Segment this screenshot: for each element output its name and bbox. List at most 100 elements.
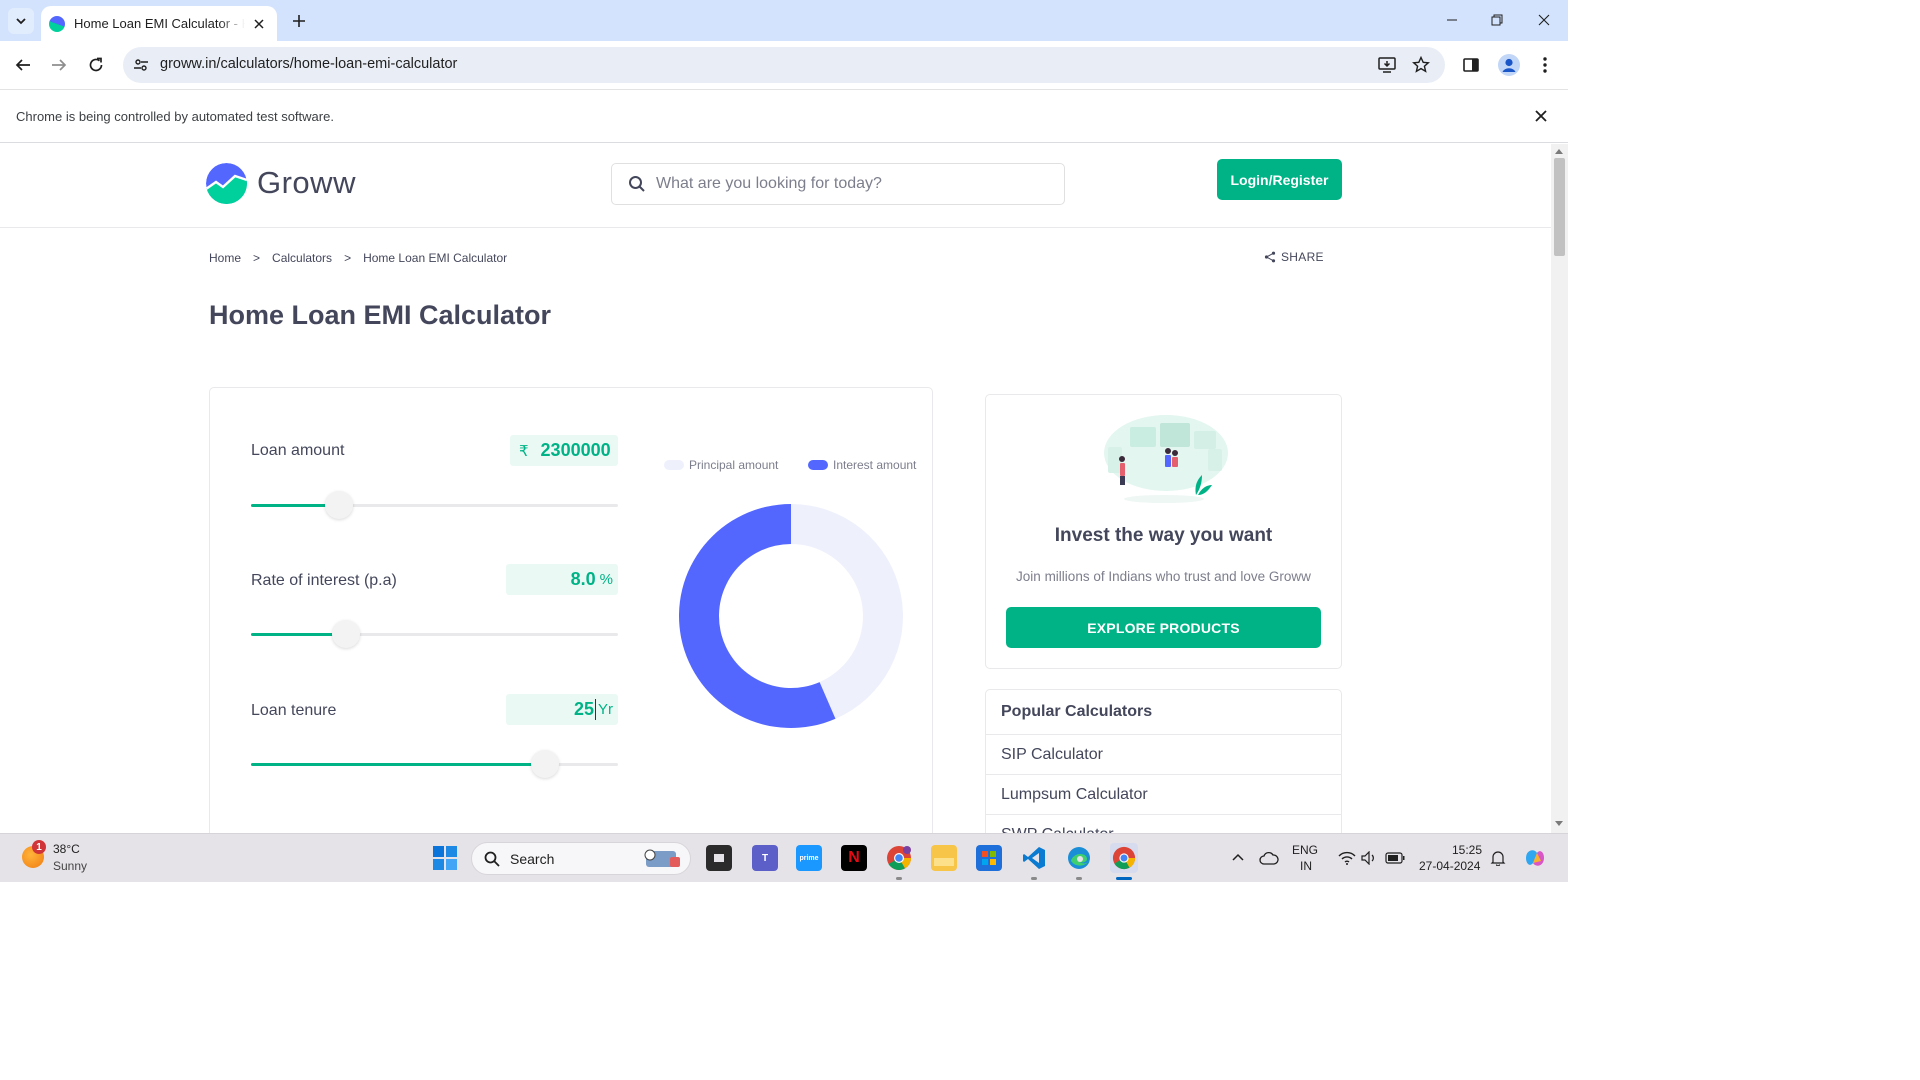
teams-icon[interactable]: T (752, 845, 778, 871)
language-region[interactable]: IN (1300, 859, 1312, 873)
loan-tenure-slider-thumb[interactable] (531, 750, 559, 778)
site-search-box[interactable] (611, 163, 1065, 205)
popular-calculators-heading: Popular Calculators (986, 690, 1341, 735)
rupee-icon: ₹ (519, 442, 529, 460)
groww-logo-text[interactable]: Groww (257, 165, 356, 201)
emi-calculator-card: Loan amount ₹ 2300000 Rate of interest (… (209, 387, 933, 833)
legend-interest-label: Interest amount (833, 458, 917, 472)
tab-title: Home Loan EMI Calculator - Home Loan EMI… (74, 16, 245, 31)
edge-icon[interactable] (1066, 845, 1092, 871)
chrome-active-icon[interactable] (1110, 843, 1138, 873)
back-button[interactable] (10, 52, 36, 78)
window-close-button[interactable] (1532, 8, 1556, 32)
windows-start-button[interactable] (432, 845, 458, 871)
breadcrumb-current: Home Loan EMI Calculator (363, 251, 508, 265)
side-panel-button[interactable] (1458, 52, 1484, 78)
restore-icon (1491, 14, 1503, 26)
tab-close-button[interactable] (251, 16, 267, 32)
prime-video-icon[interactable]: prime (796, 845, 822, 871)
forward-button[interactable] (46, 52, 72, 78)
infobar-close-button[interactable] (1531, 106, 1551, 126)
minimize-icon (1447, 19, 1457, 21)
scroll-up-arrow-icon[interactable] (1555, 149, 1563, 154)
scroll-down-arrow-icon[interactable] (1555, 821, 1563, 826)
task-view-icon[interactable] (706, 845, 732, 871)
window-restore-button[interactable] (1485, 8, 1509, 32)
popular-calculator-link[interactable]: SIP Calculator (986, 735, 1341, 775)
site-search-input[interactable] (656, 173, 1046, 195)
tray-overflow-button[interactable] (1225, 845, 1251, 871)
clock-date[interactable]: 27-04-2024 (1419, 859, 1480, 873)
site-info-button[interactable] (131, 55, 151, 75)
copilot-icon[interactable] (1522, 845, 1548, 871)
weather-notification-badge: 1 (32, 840, 46, 854)
page-scrollbar[interactable] (1551, 144, 1568, 833)
page-title: Home Loan EMI Calculator (209, 300, 552, 330)
url-text[interactable]: groww.in/calculators/home-loan-emi-calcu… (160, 56, 457, 72)
onedrive-cloud-icon[interactable] (1256, 845, 1282, 871)
site-header: Groww Login/Register (0, 144, 1551, 228)
popular-calculator-link[interactable]: Lumpsum Calculator (986, 775, 1341, 815)
bookmark-button[interactable] (1410, 54, 1432, 76)
loan-amount-slider-thumb[interactable] (325, 491, 353, 519)
groww-logo-icon[interactable] (206, 163, 247, 204)
login-register-button[interactable]: Login/Register (1217, 159, 1342, 200)
breadcrumb-calculators-link[interactable]: Calculators (272, 251, 332, 265)
address-bar[interactable]: groww.in/calculators/home-loan-emi-calcu… (123, 47, 1445, 83)
clock-time[interactable]: 15:25 (1452, 843, 1482, 857)
loan-amount-label: Loan amount (251, 442, 345, 459)
chrome-profile-icon[interactable] (886, 845, 912, 871)
windows-logo-icon (433, 846, 457, 870)
popular-calculator-link[interactable]: SWP Calculator (986, 815, 1341, 834)
interest-rate-slider[interactable] (251, 620, 618, 648)
loan-amount-input[interactable]: ₹ 2300000 (510, 435, 618, 466)
loan-tenure-input[interactable]: 25 Yr (506, 694, 618, 725)
tab-search-button[interactable] (8, 8, 34, 34)
more-vertical-icon (1543, 57, 1547, 73)
breadcrumb-home-link[interactable]: Home (209, 251, 241, 265)
loan-amount-slider[interactable] (251, 491, 618, 519)
explore-products-button[interactable]: EXPLORE PRODUCTS (1006, 607, 1321, 648)
reload-button[interactable] (83, 52, 109, 78)
language-indicator[interactable]: ENG (1292, 843, 1318, 857)
share-icon (1264, 251, 1276, 263)
breadcrumb: Home > Calculators > Home Loan EMI Calcu… (209, 251, 507, 265)
profile-button[interactable] (1496, 52, 1522, 78)
interest-rate-value[interactable]: 8.0 (571, 569, 596, 590)
interest-rate-input[interactable]: 8.0 % (506, 564, 618, 595)
window-minimize-button[interactable] (1440, 8, 1464, 32)
close-icon (1538, 14, 1550, 26)
interest-rate-slider-thumb[interactable] (332, 620, 360, 648)
notification-bell-icon[interactable] (1485, 845, 1511, 871)
chevron-up-icon (1232, 853, 1244, 861)
chrome-icon (1112, 846, 1136, 870)
microsoft-store-icon[interactable] (976, 845, 1002, 871)
file-explorer-icon[interactable] (931, 845, 957, 871)
volume-icon[interactable] (1356, 845, 1382, 871)
weather-condition[interactable]: Sunny (53, 859, 87, 873)
promo-title: Invest the way you want (1054, 525, 1273, 546)
chrome-menu-button[interactable] (1532, 52, 1558, 78)
loan-amount-value[interactable]: 2300000 (541, 440, 611, 461)
tune-icon (134, 59, 148, 71)
weather-temperature[interactable]: 38°C (53, 842, 80, 856)
vscode-icon[interactable] (1021, 845, 1047, 871)
battery-icon[interactable] (1382, 845, 1408, 871)
browser-toolbar: groww.in/calculators/home-loan-emi-calcu… (0, 41, 1568, 89)
taskbar-search-box[interactable]: Search (471, 842, 691, 875)
install-app-button[interactable] (1376, 54, 1398, 76)
netflix-icon[interactable]: N (841, 845, 867, 871)
taskbar-running-indicator (1076, 877, 1082, 880)
interest-rate-label: Rate of interest (p.a) (251, 572, 397, 589)
promo-subtitle: Join millions of Indians who trust and l… (1016, 569, 1311, 584)
loan-tenure-slider[interactable] (251, 750, 618, 778)
new-tab-button[interactable] (288, 10, 310, 32)
loan-tenure-value[interactable]: 25 (574, 699, 596, 720)
taskbar-active-indicator (1116, 877, 1132, 880)
search-icon (629, 176, 645, 192)
close-icon (1535, 110, 1547, 122)
share-button[interactable]: SHARE (1264, 250, 1324, 264)
scrollbar-thumb[interactable] (1554, 158, 1565, 256)
breadcrumb-separator: > (344, 251, 352, 265)
browser-tab-active[interactable]: Home Loan EMI Calculator - Home Loan EMI… (41, 6, 277, 41)
